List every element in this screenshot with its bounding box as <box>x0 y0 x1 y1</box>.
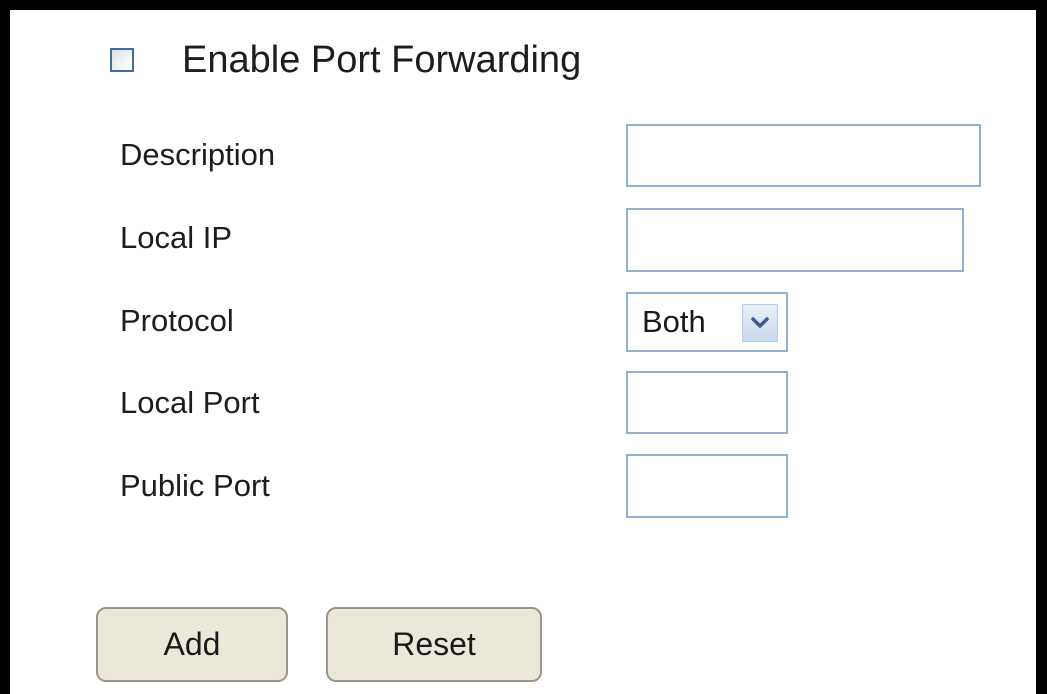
enable-port-forwarding-row: Enable Port Forwarding <box>110 38 581 82</box>
reset-button[interactable]: Reset <box>326 607 542 682</box>
local-ip-input[interactable] <box>626 208 964 272</box>
public-port-input[interactable] <box>626 454 788 518</box>
protocol-selected-value: Both <box>642 304 706 339</box>
chevron-down-icon[interactable] <box>742 304 778 342</box>
local-ip-label: Local IP <box>120 220 233 255</box>
protocol-select[interactable]: Both <box>626 292 788 352</box>
local-port-input[interactable] <box>626 371 788 434</box>
description-label: Description <box>120 137 276 172</box>
add-button[interactable]: Add <box>96 607 288 682</box>
public-port-label: Public Port <box>120 468 270 503</box>
protocol-label: Protocol <box>120 303 234 338</box>
enable-port-forwarding-checkbox[interactable] <box>110 48 134 72</box>
description-input[interactable] <box>626 124 981 187</box>
port-forwarding-panel: Enable Port Forwarding Description Local… <box>0 0 1047 694</box>
local-port-label: Local Port <box>120 385 260 420</box>
enable-port-forwarding-label: Enable Port Forwarding <box>182 38 582 81</box>
